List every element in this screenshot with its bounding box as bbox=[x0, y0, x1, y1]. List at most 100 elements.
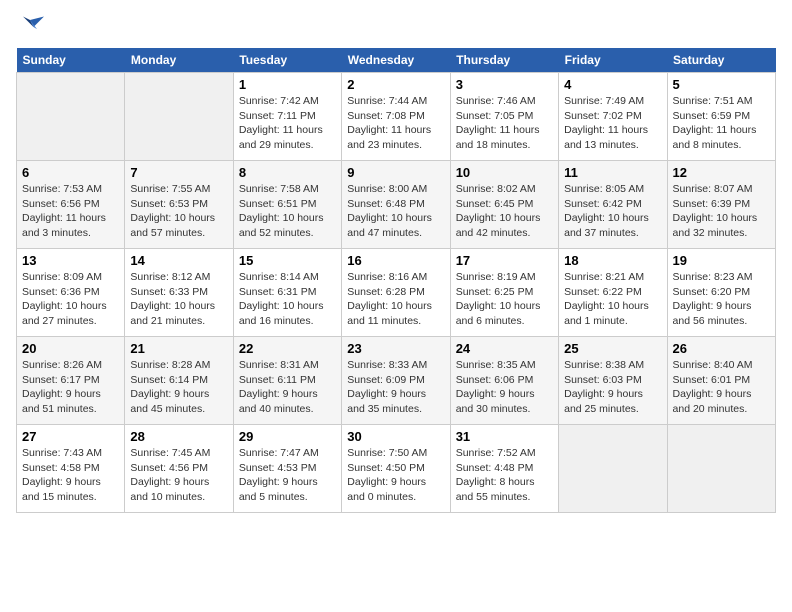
day-number: 31 bbox=[456, 429, 553, 444]
day-number: 11 bbox=[564, 165, 661, 180]
day-info: Sunrise: 8:26 AM Sunset: 6:17 PM Dayligh… bbox=[22, 358, 119, 417]
day-info: Sunrise: 8:23 AM Sunset: 6:20 PM Dayligh… bbox=[673, 270, 770, 329]
day-number: 13 bbox=[22, 253, 119, 268]
calendar-cell: 28 Sunrise: 7:45 AM Sunset: 4:56 PM Dayli… bbox=[125, 425, 233, 513]
day-info: Sunrise: 8:19 AM Sunset: 6:25 PM Dayligh… bbox=[456, 270, 553, 329]
calendar-cell bbox=[667, 425, 775, 513]
calendar-cell: 7Sunrise: 7:55 AM Sunset: 6:53 PM Daylig… bbox=[125, 161, 233, 249]
day-number: 22 bbox=[239, 341, 336, 356]
day-info: Sunrise: 8:07 AM Sunset: 6:39 PM Dayligh… bbox=[673, 182, 770, 241]
day-number: 26 bbox=[673, 341, 770, 356]
calendar-cell: 31 Sunrise: 7:52 AM Sunset: 4:48 PM Dayli… bbox=[450, 425, 558, 513]
day-info: Sunrise: 7:44 AM Sunset: 7:08 PM Dayligh… bbox=[347, 94, 444, 153]
calendar-cell: 4Sunrise: 7:49 AM Sunset: 7:02 PM Daylig… bbox=[559, 73, 667, 161]
days-header-row: SundayMondayTuesdayWednesdayThursdayFrid… bbox=[17, 48, 776, 73]
day-number: 19 bbox=[673, 253, 770, 268]
day-number: 8 bbox=[239, 165, 336, 180]
week-row-2: 6 Sunrise: 7:53 AM Sunset: 6:56 PM Daylig… bbox=[17, 161, 776, 249]
day-number: 17 bbox=[456, 253, 553, 268]
day-info: Sunrise: 7:45 AM Sunset: 4:56 PM Dayligh… bbox=[130, 446, 227, 505]
calendar-cell bbox=[559, 425, 667, 513]
calendar-cell: 22 Sunrise: 8:31 AM Sunset: 6:11 PM Dayli… bbox=[233, 337, 341, 425]
day-number: 1 bbox=[239, 77, 336, 92]
day-info: Sunrise: 8:09 AM Sunset: 6:36 PM Dayligh… bbox=[22, 270, 119, 329]
day-info: Sunrise: 7:52 AM Sunset: 4:48 PM Dayligh… bbox=[456, 446, 553, 505]
day-info: Sunrise: 7:43 AM Sunset: 4:58 PM Dayligh… bbox=[22, 446, 119, 505]
day-info: Sunrise: 8:21 AM Sunset: 6:22 PM Dayligh… bbox=[564, 270, 661, 329]
calendar-cell bbox=[125, 73, 233, 161]
calendar-cell: 30Sunrise: 7:50 AM Sunset: 4:50 PM Dayli… bbox=[342, 425, 450, 513]
header bbox=[16, 16, 776, 38]
calendar-table: SundayMondayTuesdayWednesdayThursdayFrid… bbox=[16, 48, 776, 513]
day-number: 30 bbox=[347, 429, 444, 444]
day-info: Sunrise: 7:46 AM Sunset: 7:05 PM Dayligh… bbox=[456, 94, 553, 153]
day-number: 28 bbox=[130, 429, 227, 444]
day-number: 12 bbox=[673, 165, 770, 180]
day-info: Sunrise: 8:38 AM Sunset: 6:03 PM Dayligh… bbox=[564, 358, 661, 417]
calendar-cell: 16Sunrise: 8:16 AM Sunset: 6:28 PM Dayli… bbox=[342, 249, 450, 337]
calendar-cell: 20 Sunrise: 8:26 AM Sunset: 6:17 PM Dayli… bbox=[17, 337, 125, 425]
day-number: 24 bbox=[456, 341, 553, 356]
day-header-thursday: Thursday bbox=[450, 48, 558, 73]
calendar-cell: 12 Sunrise: 8:07 AM Sunset: 6:39 PM Dayli… bbox=[667, 161, 775, 249]
day-header-friday: Friday bbox=[559, 48, 667, 73]
calendar-cell: 27 Sunrise: 7:43 AM Sunset: 4:58 PM Dayli… bbox=[17, 425, 125, 513]
day-number: 20 bbox=[22, 341, 119, 356]
day-number: 18 bbox=[564, 253, 661, 268]
calendar-cell: 3 Sunrise: 7:46 AM Sunset: 7:05 PM Daylig… bbox=[450, 73, 558, 161]
day-number: 14 bbox=[130, 253, 227, 268]
day-info: Sunrise: 8:28 AM Sunset: 6:14 PM Dayligh… bbox=[130, 358, 227, 417]
day-number: 5 bbox=[673, 77, 770, 92]
day-info: Sunrise: 7:55 AM Sunset: 6:53 PM Dayligh… bbox=[130, 182, 227, 241]
day-info: Sunrise: 8:02 AM Sunset: 6:45 PM Dayligh… bbox=[456, 182, 553, 241]
day-info: Sunrise: 7:58 AM Sunset: 6:51 PM Dayligh… bbox=[239, 182, 336, 241]
day-info: Sunrise: 8:35 AM Sunset: 6:06 PM Dayligh… bbox=[456, 358, 553, 417]
calendar-cell: 1 Sunrise: 7:42 AM Sunset: 7:11 PM Daylig… bbox=[233, 73, 341, 161]
logo bbox=[16, 16, 46, 38]
day-number: 3 bbox=[456, 77, 553, 92]
calendar-cell: 9Sunrise: 8:00 AM Sunset: 6:48 PM Daylig… bbox=[342, 161, 450, 249]
day-number: 15 bbox=[239, 253, 336, 268]
calendar-cell: 8 Sunrise: 7:58 AM Sunset: 6:51 PM Daylig… bbox=[233, 161, 341, 249]
calendar-cell: 5 Sunrise: 7:51 AM Sunset: 6:59 PM Daylig… bbox=[667, 73, 775, 161]
day-info: Sunrise: 8:14 AM Sunset: 6:31 PM Dayligh… bbox=[239, 270, 336, 329]
day-info: Sunrise: 7:53 AM Sunset: 6:56 PM Dayligh… bbox=[22, 182, 119, 241]
calendar-cell: 11 Sunrise: 8:05 AM Sunset: 6:42 PM Dayli… bbox=[559, 161, 667, 249]
day-number: 23 bbox=[347, 341, 444, 356]
week-row-4: 20 Sunrise: 8:26 AM Sunset: 6:17 PM Dayli… bbox=[17, 337, 776, 425]
calendar-cell: 15 Sunrise: 8:14 AM Sunset: 6:31 PM Dayli… bbox=[233, 249, 341, 337]
day-number: 27 bbox=[22, 429, 119, 444]
calendar-cell: 18 Sunrise: 8:21 AM Sunset: 6:22 PM Dayli… bbox=[559, 249, 667, 337]
day-header-sunday: Sunday bbox=[17, 48, 125, 73]
day-info: Sunrise: 8:16 AM Sunset: 6:28 PM Dayligh… bbox=[347, 270, 444, 329]
calendar-cell: 17 Sunrise: 8:19 AM Sunset: 6:25 PM Dayli… bbox=[450, 249, 558, 337]
week-row-5: 27 Sunrise: 7:43 AM Sunset: 4:58 PM Dayli… bbox=[17, 425, 776, 513]
calendar-cell: 19 Sunrise: 8:23 AM Sunset: 6:20 PM Dayli… bbox=[667, 249, 775, 337]
calendar-cell: 6 Sunrise: 7:53 AM Sunset: 6:56 PM Daylig… bbox=[17, 161, 125, 249]
day-info: Sunrise: 8:31 AM Sunset: 6:11 PM Dayligh… bbox=[239, 358, 336, 417]
day-info: Sunrise: 8:12 AM Sunset: 6:33 PM Dayligh… bbox=[130, 270, 227, 329]
calendar-cell: 29Sunrise: 7:47 AM Sunset: 4:53 PM Dayli… bbox=[233, 425, 341, 513]
week-row-1: 1 Sunrise: 7:42 AM Sunset: 7:11 PM Daylig… bbox=[17, 73, 776, 161]
day-info: Sunrise: 7:47 AM Sunset: 4:53 PM Dayligh… bbox=[239, 446, 336, 505]
day-number: 21 bbox=[130, 341, 227, 356]
day-info: Sunrise: 8:00 AM Sunset: 6:48 PM Dayligh… bbox=[347, 182, 444, 241]
day-header-tuesday: Tuesday bbox=[233, 48, 341, 73]
day-info: Sunrise: 7:51 AM Sunset: 6:59 PM Dayligh… bbox=[673, 94, 770, 153]
day-info: Sunrise: 8:33 AM Sunset: 6:09 PM Dayligh… bbox=[347, 358, 444, 417]
calendar-cell: 26 Sunrise: 8:40 AM Sunset: 6:01 PM Dayli… bbox=[667, 337, 775, 425]
logo-icon bbox=[16, 16, 44, 38]
day-number: 2 bbox=[347, 77, 444, 92]
day-number: 6 bbox=[22, 165, 119, 180]
calendar-cell: 14 Sunrise: 8:12 AM Sunset: 6:33 PM Dayli… bbox=[125, 249, 233, 337]
calendar-cell: 13 Sunrise: 8:09 AM Sunset: 6:36 PM Dayli… bbox=[17, 249, 125, 337]
day-info: Sunrise: 8:05 AM Sunset: 6:42 PM Dayligh… bbox=[564, 182, 661, 241]
day-header-saturday: Saturday bbox=[667, 48, 775, 73]
calendar-cell: 23 Sunrise: 8:33 AM Sunset: 6:09 PM Dayli… bbox=[342, 337, 450, 425]
day-info: Sunrise: 7:42 AM Sunset: 7:11 PM Dayligh… bbox=[239, 94, 336, 153]
calendar-cell bbox=[17, 73, 125, 161]
day-info: Sunrise: 8:40 AM Sunset: 6:01 PM Dayligh… bbox=[673, 358, 770, 417]
day-header-monday: Monday bbox=[125, 48, 233, 73]
day-info: Sunrise: 7:49 AM Sunset: 7:02 PM Dayligh… bbox=[564, 94, 661, 153]
calendar-cell: 21 Sunrise: 8:28 AM Sunset: 6:14 PM Dayli… bbox=[125, 337, 233, 425]
